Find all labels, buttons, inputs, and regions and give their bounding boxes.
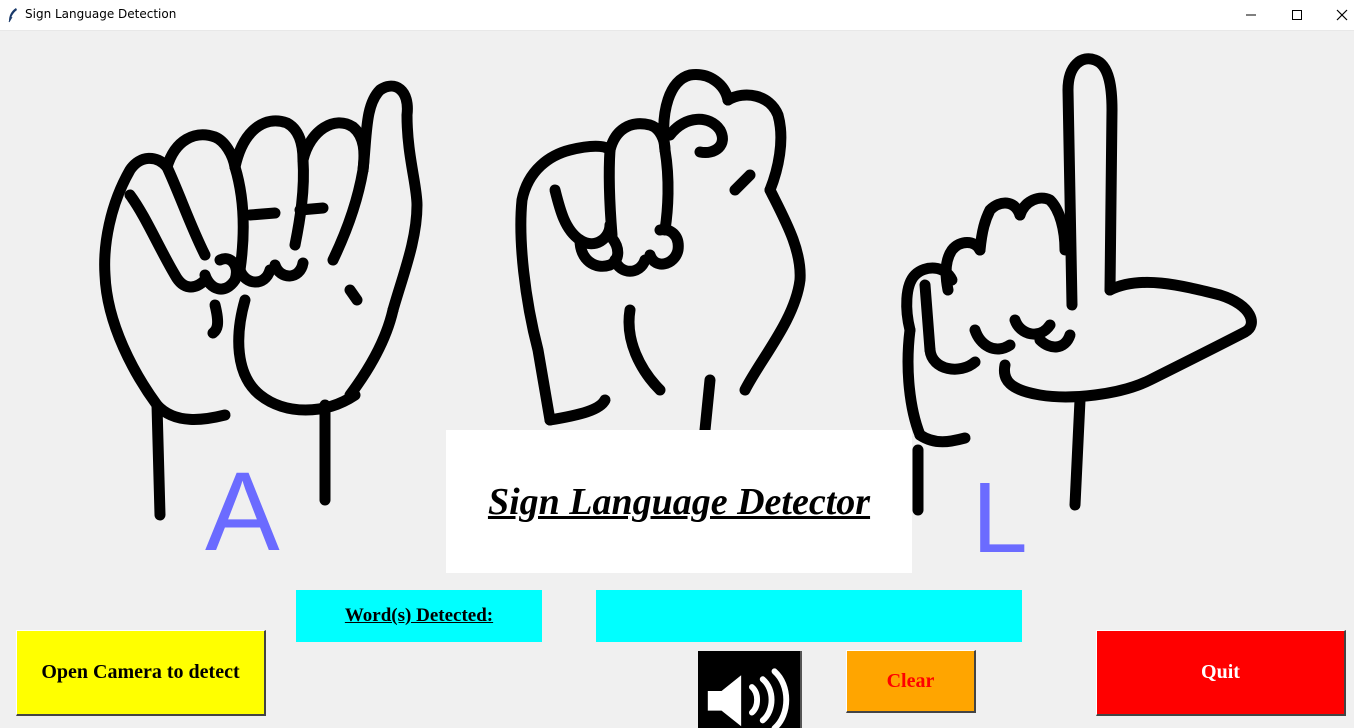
close-button[interactable] [1319, 0, 1354, 30]
words-detected-label: Word(s) Detected: [296, 590, 542, 642]
hand-sign-l-image [901, 53, 1257, 516]
clear-button[interactable]: Clear [846, 650, 976, 713]
window-title: Sign Language Detection [25, 7, 177, 21]
open-camera-label: Open Camera to detect [41, 661, 240, 683]
title-panel: Sign Language Detector [446, 430, 912, 573]
minimize-button[interactable] [1228, 0, 1274, 30]
feather-icon [8, 8, 17, 23]
words-detected-output [596, 590, 1022, 642]
hand-sign-s-image [515, 69, 806, 436]
window-titlebar: Sign Language Detection [0, 0, 1354, 31]
open-camera-button[interactable]: Open Camera to detect [16, 630, 266, 716]
speak-button[interactable] [698, 651, 802, 728]
page-title: Sign Language Detector [487, 481, 871, 523]
maximize-icon [1292, 10, 1302, 20]
minimize-icon [1246, 14, 1256, 16]
quit-button[interactable]: Quit [1096, 630, 1346, 716]
sign-letter-l: L [972, 462, 1028, 574]
speaker-icon [707, 668, 790, 728]
maximize-button[interactable] [1274, 0, 1320, 30]
close-icon [1336, 9, 1348, 21]
sign-letter-a: A [205, 449, 280, 574]
words-detected-label-text: Word(s) Detected: [344, 605, 494, 626]
quit-label: Quit [1201, 661, 1240, 683]
clear-label: Clear [886, 669, 935, 692]
